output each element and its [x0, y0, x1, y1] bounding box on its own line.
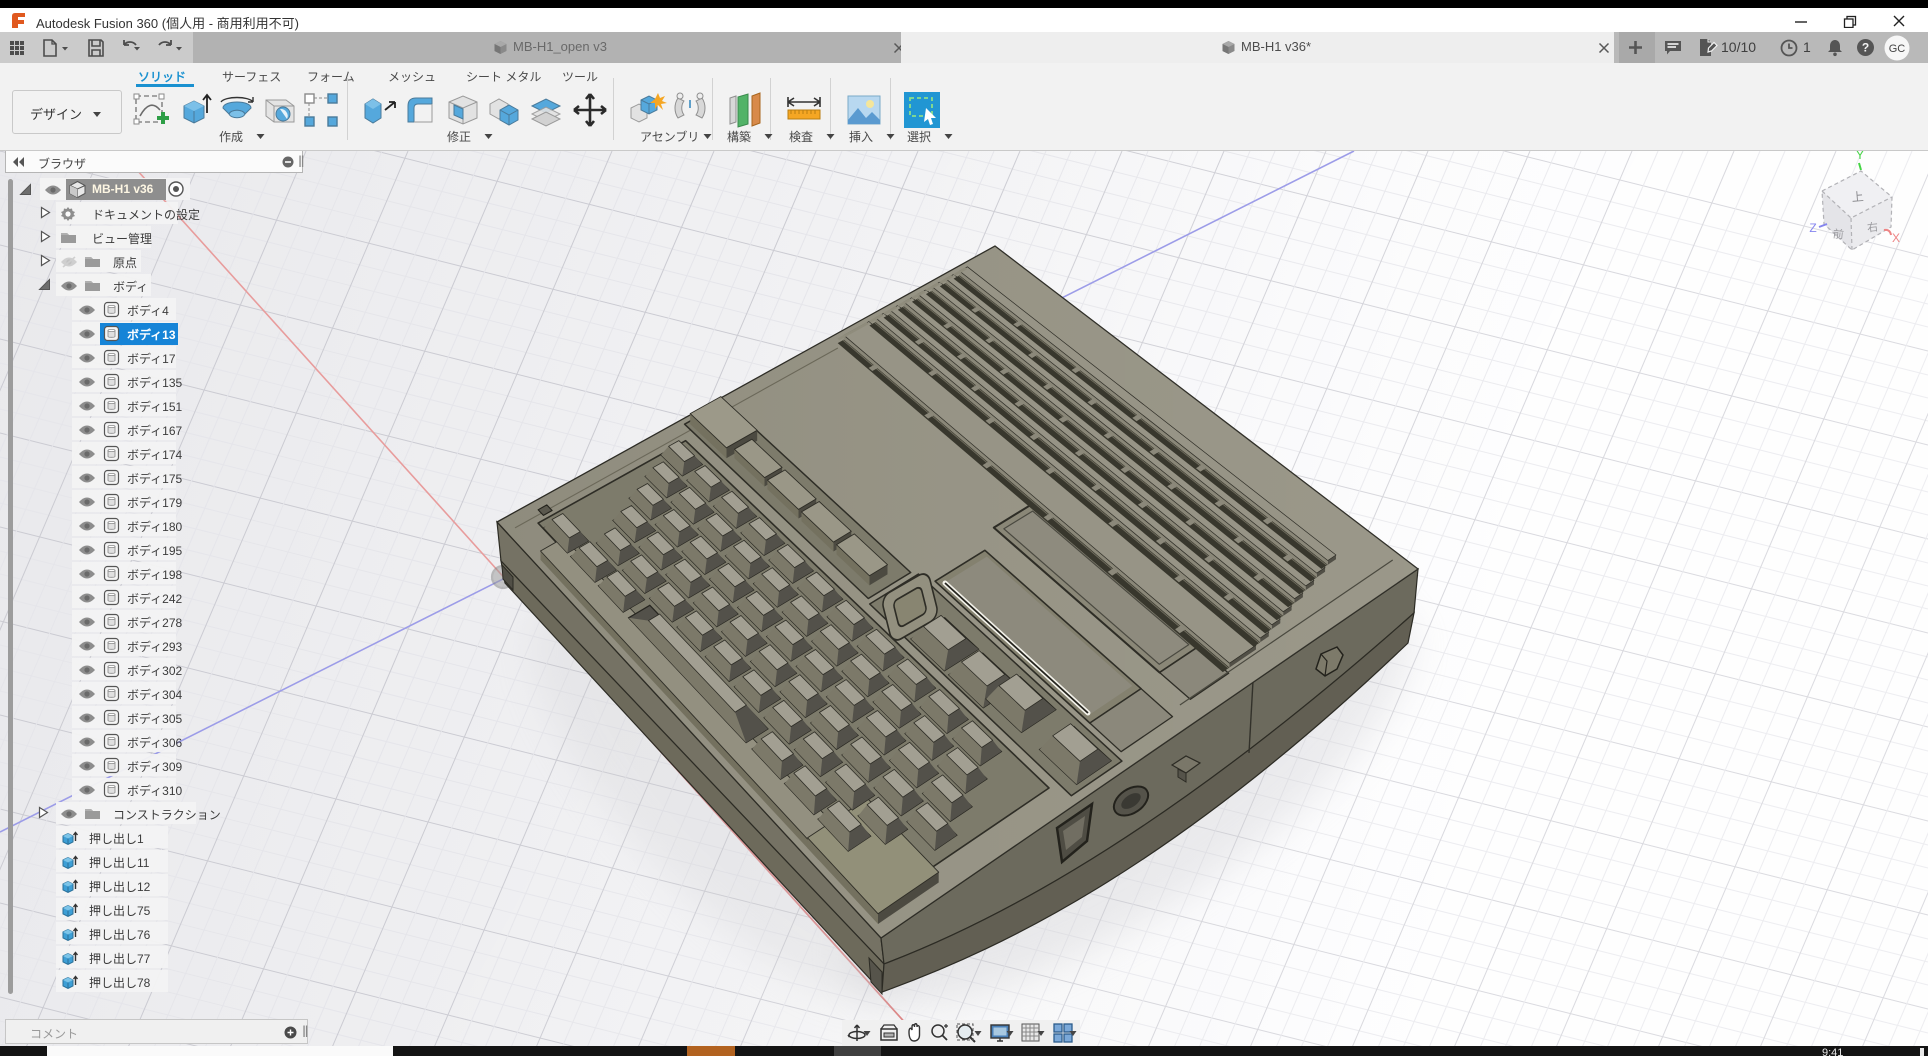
svg-text:X: X [1892, 231, 1900, 245]
svg-text:Y: Y [1856, 151, 1864, 162]
svg-text:?: ? [1862, 41, 1869, 55]
svg-text:右: 右 [1866, 219, 1878, 234]
svg-text:Z: Z [1809, 221, 1816, 235]
svg-text:上: 上 [1851, 190, 1864, 205]
svg-text:前: 前 [1832, 226, 1844, 241]
svg-text:GC: GC [1889, 43, 1906, 55]
